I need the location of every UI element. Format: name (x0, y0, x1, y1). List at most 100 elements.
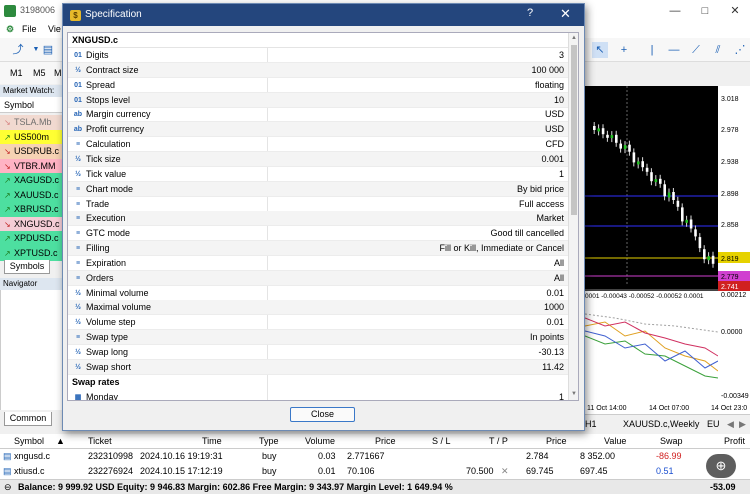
spec-row[interactable]: 01 Digits 3 (68, 48, 568, 63)
spec-row[interactable]: ▦ Monday 1 (68, 390, 568, 400)
timeframe-m1[interactable]: M1 (10, 68, 23, 78)
tab-symbols[interactable]: Symbols (4, 260, 50, 274)
maximize-button[interactable]: □ (690, 0, 720, 22)
table-row[interactable]: ▤ xngusd.c 232310998 2024.10.16 19:19:31 buy… (0, 449, 750, 464)
spec-row[interactable]: 01 Stops level 10 (68, 92, 568, 108)
spec-row[interactable]: ½ Swap short 11.42 (68, 359, 568, 375)
vertical-line-icon[interactable]: | (644, 42, 660, 58)
column-type[interactable]: Type (259, 436, 279, 446)
market-watch-row[interactable]: ↗ XAUUSD.c (0, 187, 62, 203)
chart-tab-h1[interactable]: H1 (585, 419, 597, 429)
symbol-name: XBRUSD.c (14, 204, 59, 214)
candle (597, 128, 600, 132)
menu-file[interactable]: File (22, 24, 37, 34)
app-menu-icon[interactable]: ⚙ (6, 24, 14, 35)
cursor-icon[interactable]: ↖ (592, 42, 608, 58)
spec-scrollbar[interactable]: ▲ ▼ (568, 33, 578, 400)
scroll-down-icon[interactable]: ▼ (570, 391, 578, 397)
dialog-close-icon[interactable]: ✕ (560, 6, 571, 22)
trade-type: buy (262, 466, 277, 476)
column-tp[interactable]: T / P (489, 436, 508, 446)
market-watch-row[interactable]: ↗ XPDUSD.c (0, 231, 62, 246)
property-value: Fill or Kill, Immediate or Cancel (439, 243, 564, 254)
indicator-axis-label: -0.00349 (721, 393, 749, 400)
close-button[interactable]: Close (290, 407, 355, 422)
column-time[interactable]: Time (202, 436, 222, 446)
channel-icon[interactable]: ⫽ (710, 42, 726, 58)
timeframe-m5[interactable]: M5 (33, 68, 46, 78)
market-watch-row[interactable]: ↘ VTBR.MM (0, 158, 62, 174)
indicator-values-label: 0001 -0.00043 -0.00052 -0.00052 0.0001 (585, 293, 704, 300)
market-watch-row[interactable]: ↘ XNGUSD.c (0, 216, 62, 232)
fibonacci-icon[interactable]: ⋰ (732, 42, 748, 58)
market-watch-row[interactable]: ↗ US500m (0, 129, 62, 145)
scrollbar-thumb[interactable] (571, 45, 577, 215)
minimize-button[interactable]: — (660, 0, 690, 22)
column-swap[interactable]: Swap (660, 436, 683, 446)
trade-ticket: 232276924 (88, 466, 134, 476)
spec-row[interactable]: ½ Contract size 100 000 (68, 62, 568, 78)
spec-row[interactable]: ½ Minimal volume 0.01 (68, 286, 568, 301)
spec-row[interactable]: ½ Maximal volume 1000 (68, 300, 568, 316)
spec-row[interactable]: ≡ Calculation CFD (68, 137, 568, 153)
navigator-tree[interactable] (0, 290, 62, 410)
column-profit[interactable]: Profit (724, 436, 745, 446)
spec-row[interactable]: ≡ Chart mode By bid price (68, 181, 568, 197)
collapse-icon[interactable]: ⊖ (4, 482, 12, 493)
help-button[interactable]: ? (527, 7, 533, 19)
horizontal-line-icon[interactable]: — (666, 42, 682, 58)
tab-scroll-left-icon[interactable]: ◀ (727, 419, 734, 430)
spec-row[interactable]: ≡ Swap type In points (68, 330, 568, 346)
spec-row[interactable]: 01 Spread floating (68, 78, 568, 93)
column-price[interactable]: Price (375, 436, 396, 446)
tab-scroll-right-icon[interactable]: ▶ (739, 419, 746, 430)
spec-row[interactable]: ≡ Orders All (68, 270, 568, 286)
market-watch-row[interactable]: ↗ XBRUSD.c (0, 202, 62, 217)
spec-row[interactable]: ≡ GTC mode Good till cancelled (68, 226, 568, 242)
property-name: Swap type (86, 332, 129, 343)
market-watch-column-symbol[interactable]: Symbol (0, 97, 62, 113)
table-row[interactable]: ▤ xtiusd.c 232276924 2024.10.15 17:12:19 buy… (0, 464, 750, 479)
chart-tab-xauusd-weekly[interactable]: XAUUSD.c,Weekly (623, 419, 699, 429)
spec-row[interactable]: ab Margin currency USD (68, 107, 568, 123)
sort-asc-icon[interactable]: ▲ (56, 436, 65, 446)
remove-tp-icon[interactable]: ✕ (501, 466, 509, 477)
spec-row[interactable]: ½ Tick value 1 (68, 167, 568, 182)
column-sl[interactable]: S / L (432, 436, 451, 446)
zoom-icon[interactable]: ⊕ (706, 454, 736, 478)
tab-common[interactable]: Common (4, 412, 52, 426)
price-chart[interactable]: 3.018 2.978 2.938 2.898 2.858 2.819 2.77… (584, 86, 750, 414)
chart-tab-eu[interactable]: EU (707, 419, 720, 429)
price-label: 2.779 (721, 274, 739, 281)
scroll-up-icon[interactable]: ▲ (570, 35, 578, 41)
property-value: 1 (558, 168, 564, 179)
chart-icon[interactable]: ⤴ (10, 42, 26, 58)
column-current-price[interactable]: Price (546, 436, 567, 446)
trade-value: 8 352.00 (580, 451, 616, 461)
market-watch-row[interactable]: ↘ USDRUB.c (0, 144, 62, 159)
market-watch-row[interactable]: ↘ TSLA.Mb (0, 115, 62, 130)
spec-row[interactable]: ab Profit currency USD (68, 122, 568, 138)
close-window-button[interactable]: ✕ (720, 0, 750, 22)
market-watch-row[interactable]: ↗ XPTUSD.c (0, 245, 62, 261)
column-ticket[interactable]: Ticket (88, 436, 112, 446)
menu-view[interactable]: Vie (48, 24, 61, 34)
specification-table[interactable]: XNGUSD.c 01 Digits 3 ½ Contract size 100 000 0… (67, 32, 579, 401)
timeframe-m15[interactable]: M (54, 68, 62, 78)
dialog-titlebar[interactable]: $ Specification ? ✕ (63, 4, 584, 26)
spec-row[interactable]: ≡ Filling Fill or Kill, Immediate or Cance… (68, 241, 568, 257)
spec-row[interactable]: ½ Tick size 0.001 (68, 151, 568, 167)
spec-row[interactable]: ½ Volume step 0.01 (68, 315, 568, 331)
spec-row[interactable]: ≡ Trade Full access (68, 197, 568, 212)
new-chart-icon[interactable]: ▤ (40, 42, 56, 58)
column-value[interactable]: Value (604, 436, 626, 446)
column-volume[interactable]: Volume (305, 436, 335, 446)
crosshair-icon[interactable]: + (616, 42, 632, 58)
spec-row[interactable]: ½ Swap long -30.13 (68, 345, 568, 360)
symbol-name: USDRUB.c (14, 146, 60, 156)
spec-row[interactable]: ≡ Expiration All (68, 256, 568, 271)
column-symbol[interactable]: Symbol (14, 436, 44, 446)
market-watch-row[interactable]: ↗ XAGUSD.c (0, 173, 62, 188)
trendline-icon[interactable]: ⟋ (688, 42, 704, 58)
spec-row[interactable]: ≡ Execution Market (68, 211, 568, 227)
